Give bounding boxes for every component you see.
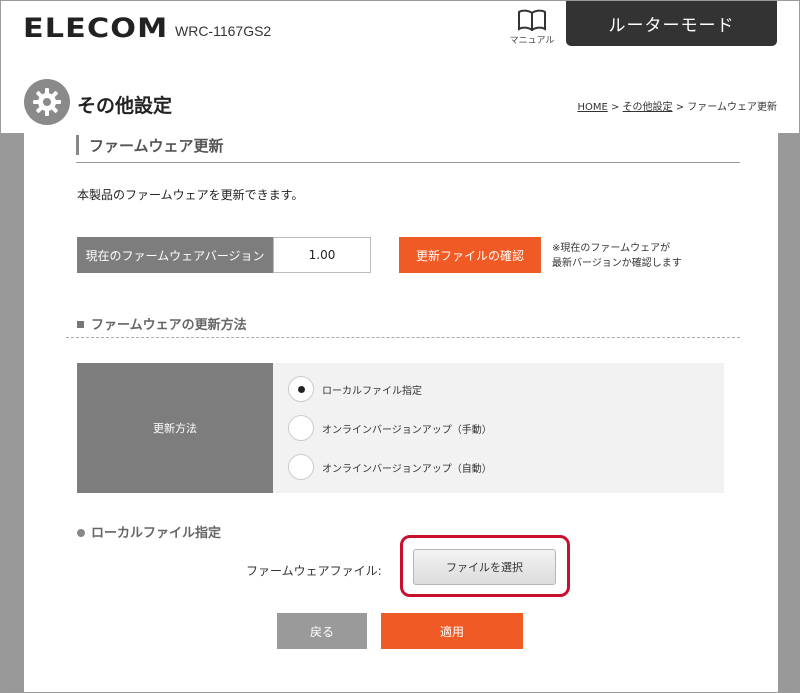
option-online-manual[interactable]: オンラインバージョンアップ（手動）: [288, 414, 492, 442]
model-name: WRC-1167GS2: [175, 23, 272, 39]
left-gutter: [1, 133, 24, 692]
apply-button[interactable]: 適用: [381, 613, 523, 649]
local-file-heading-text: ローカルファイル指定: [91, 526, 222, 541]
breadcrumb-current: ファームウェア更新: [687, 102, 777, 113]
firmware-version-value: 1.00: [273, 237, 371, 273]
page-title: その他設定: [77, 95, 173, 117]
description-text: 本製品のファームウェアを更新できます。: [77, 188, 304, 202]
radio-button[interactable]: [288, 415, 314, 441]
book-icon: [518, 9, 546, 31]
breadcrumb-home[interactable]: HOME: [577, 102, 607, 113]
check-note-line: ※現在のファームウェアが: [552, 243, 671, 254]
firmware-version-label: 現在のファームウェアバージョン: [77, 237, 273, 273]
breadcrumb-parent[interactable]: その他設定: [623, 102, 673, 113]
radio-button[interactable]: [288, 376, 314, 402]
main-content: ファームウェア更新 本製品のファームウェアを更新できます。 現在のファームウェア…: [24, 133, 778, 692]
breadcrumb-separator: >: [607, 102, 623, 113]
firmware-file-label: ファームウェアファイル:: [246, 564, 382, 578]
dashed-divider: [66, 337, 740, 338]
brand-logo: ELECOM: [23, 13, 169, 44]
header: ELECOM WRC-1167GS2 マニュアル ルーターモード: [1, 1, 799, 61]
update-method-label: 更新方法: [77, 363, 273, 493]
section-bar: [76, 135, 79, 155]
option-label: オンラインバージョンアップ（自動）: [322, 463, 492, 475]
page-titlebar: その他設定 HOME > その他設定 > ファームウェア更新: [1, 73, 799, 133]
square-bullet-icon: [77, 321, 84, 328]
choose-file-button[interactable]: ファイルを選択: [413, 549, 556, 585]
update-method-heading: ファームウェアの更新方法: [77, 314, 247, 333]
check-update-button[interactable]: 更新ファイルの確認: [399, 237, 541, 273]
check-note-line: 最新バージョンか確認します: [552, 258, 682, 269]
local-file-heading: ローカルファイル指定: [77, 522, 221, 541]
app-window: ELECOM WRC-1167GS2 マニュアル ルーターモード その他設定 H…: [0, 0, 800, 693]
check-note: ※現在のファームウェアが 最新バージョンか確認します: [552, 241, 682, 271]
settings-badge: [24, 79, 70, 125]
update-method-options: ローカルファイル指定 オンラインバージョンアップ（手動） オンラインバージョンア…: [273, 363, 724, 493]
breadcrumb-separator: >: [672, 102, 688, 113]
manual-label: マニュアル: [509, 36, 555, 46]
breadcrumb: HOME > その他設定 > ファームウェア更新: [577, 98, 777, 113]
option-label: ローカルファイル指定: [322, 385, 422, 397]
manual-link[interactable]: マニュアル: [503, 9, 561, 46]
option-local-file[interactable]: ローカルファイル指定: [288, 375, 422, 403]
option-online-auto[interactable]: オンラインバージョンアップ（自動）: [288, 453, 492, 481]
update-method-heading-text: ファームウェアの更新方法: [91, 318, 247, 333]
radio-button[interactable]: [288, 454, 314, 480]
gear-icon: [33, 88, 61, 116]
section-title: ファームウェア更新: [89, 137, 224, 155]
option-label: オンラインバージョンアップ（手動）: [322, 424, 492, 436]
section-header: ファームウェア更新: [76, 133, 740, 163]
router-mode-button[interactable]: ルーターモード: [566, 1, 777, 46]
back-button[interactable]: 戻る: [277, 613, 367, 649]
radio-selected-dot: [297, 385, 305, 393]
right-gutter: [778, 133, 799, 692]
circle-bullet-icon: [77, 528, 85, 537]
